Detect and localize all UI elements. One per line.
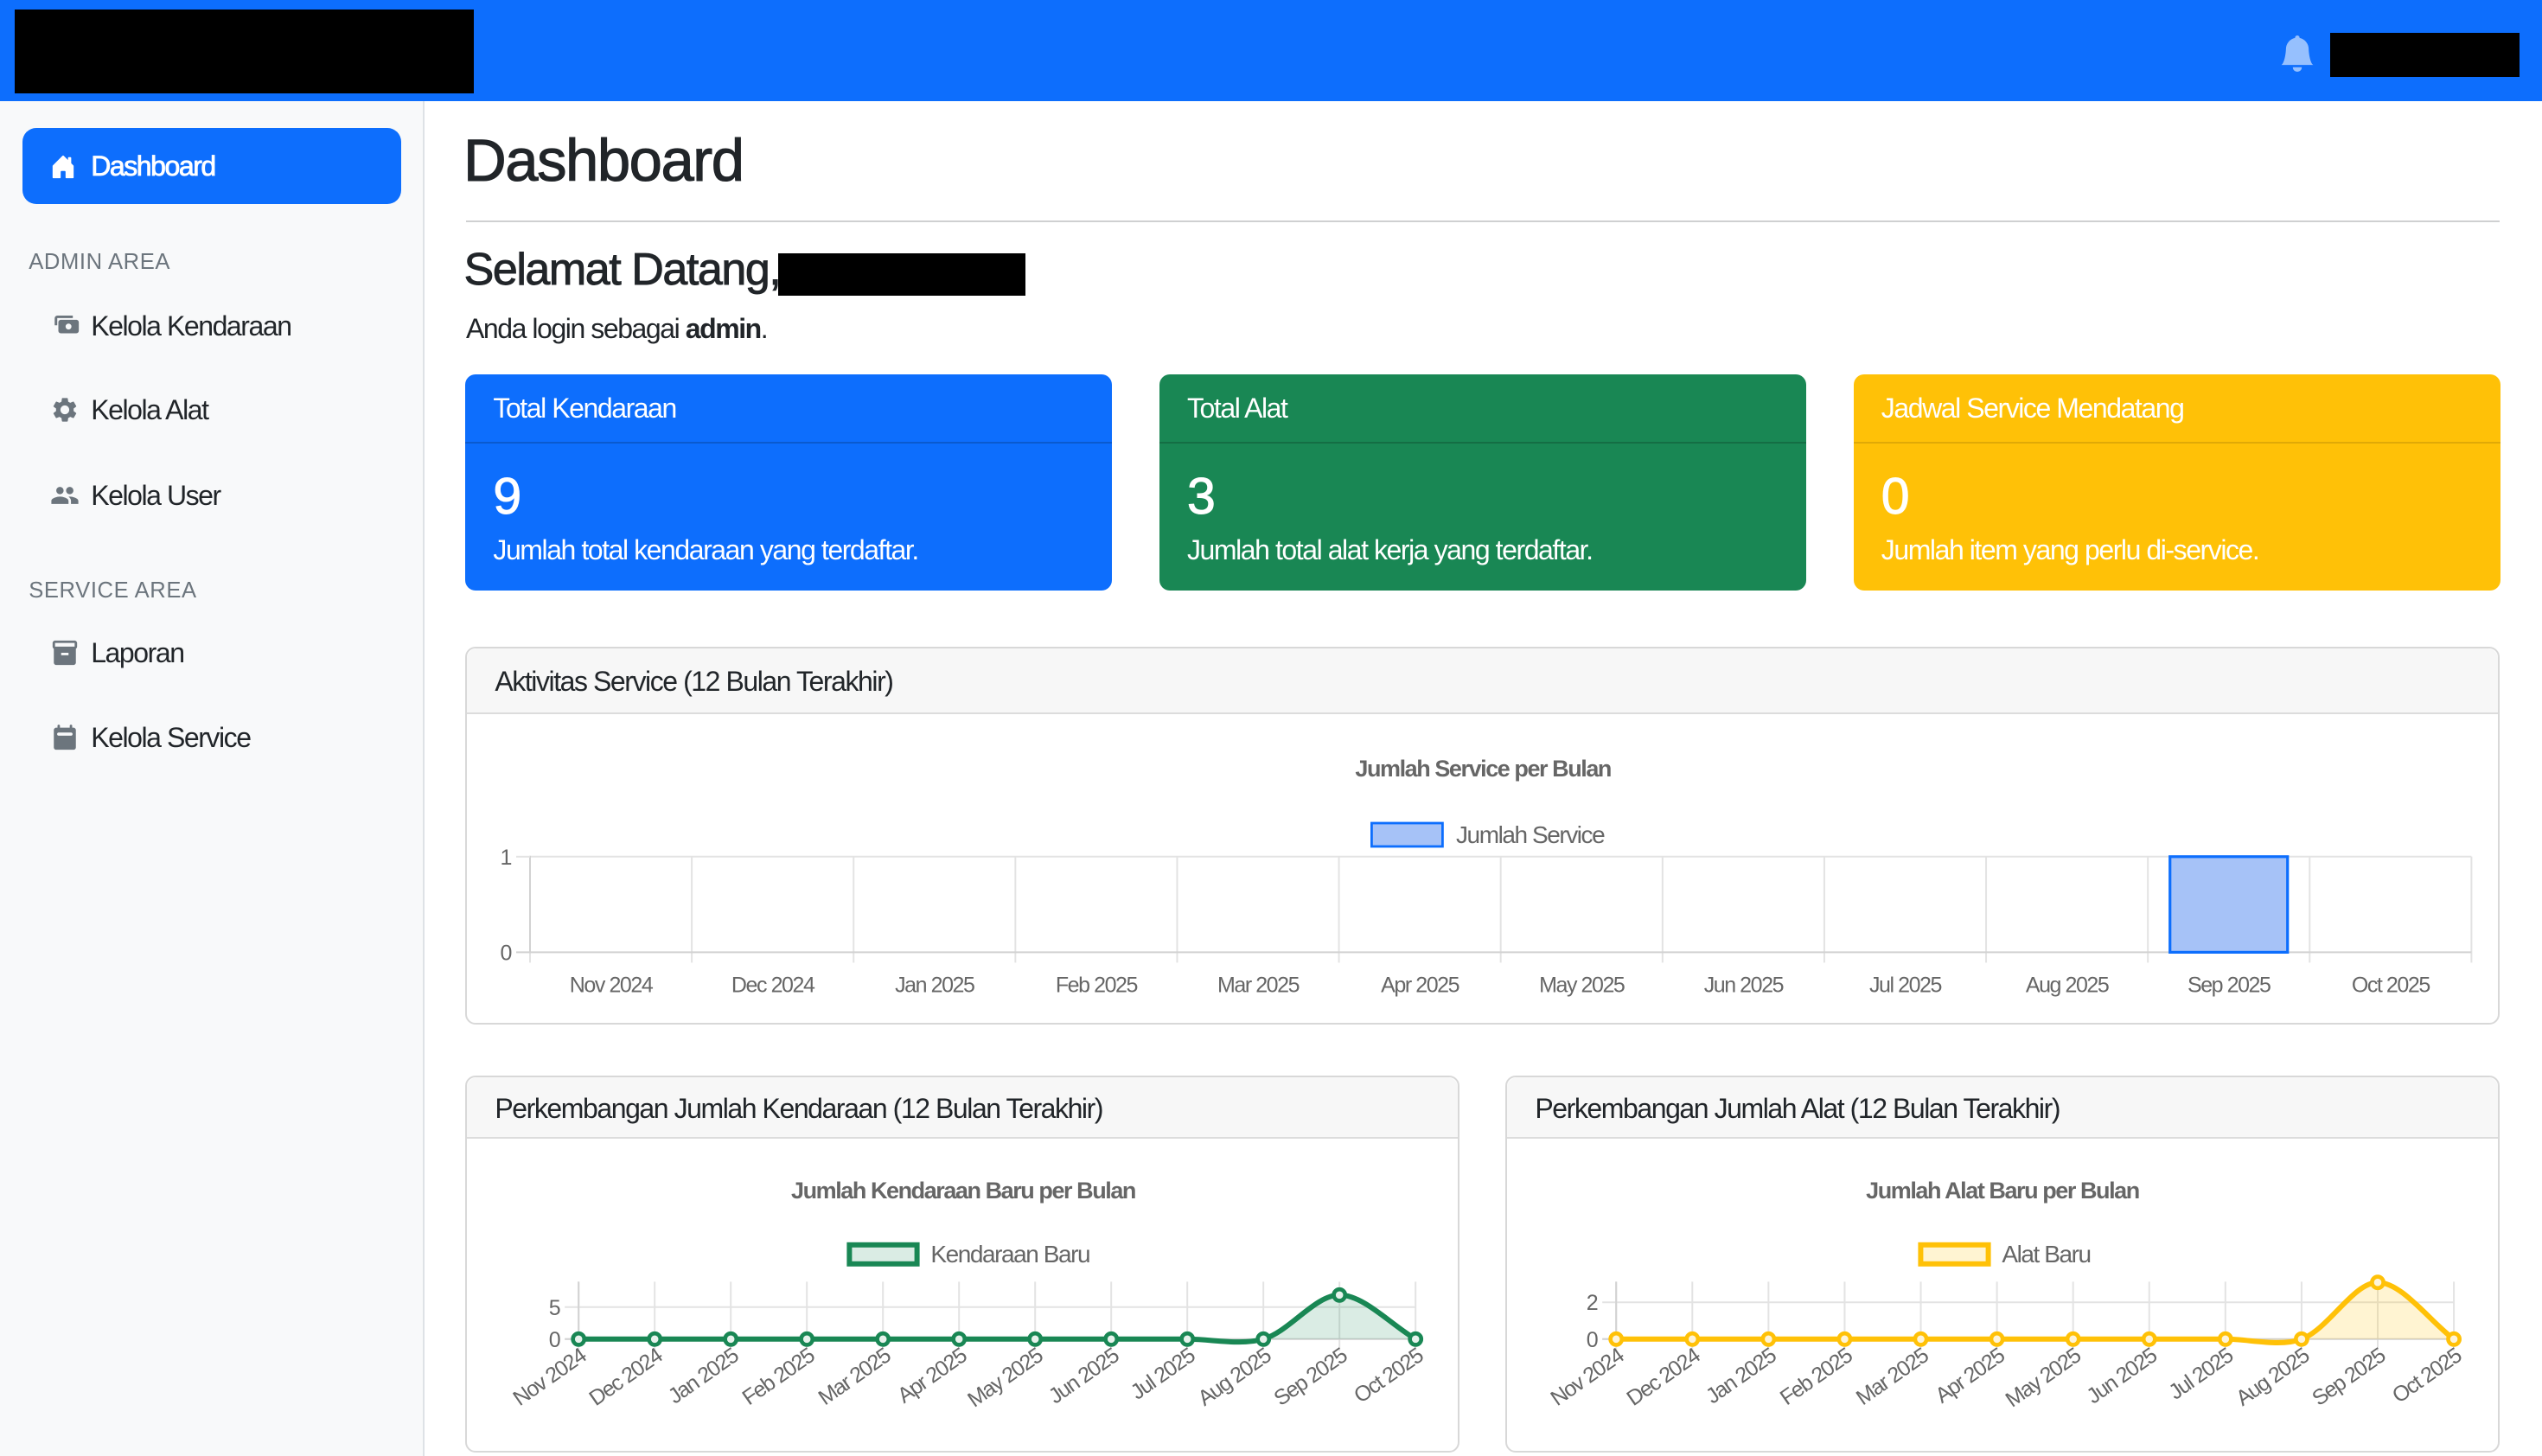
- svg-text:Jul 2025: Jul 2025: [2164, 1344, 2237, 1405]
- svg-text:1: 1: [501, 846, 512, 870]
- svg-text:0: 0: [501, 941, 512, 965]
- svg-text:Jumlah Service: Jumlah Service: [1456, 821, 1605, 848]
- svg-text:Mar 2025: Mar 2025: [1217, 974, 1300, 998]
- svg-text:Dec 2024: Dec 2024: [731, 974, 815, 998]
- svg-text:Oct 2025: Oct 2025: [2352, 974, 2430, 998]
- svg-text:0: 0: [549, 1328, 560, 1352]
- svg-text:Mar 2025: Mar 2025: [1852, 1344, 1933, 1410]
- svg-text:Jun 2025: Jun 2025: [1044, 1344, 1123, 1409]
- svg-text:Mar 2025: Mar 2025: [814, 1344, 895, 1410]
- svg-text:Oct 2025: Oct 2025: [1350, 1344, 1427, 1408]
- svg-text:Feb 2025: Feb 2025: [1776, 1344, 1857, 1410]
- svg-text:Nov 2024: Nov 2024: [1546, 1343, 1629, 1411]
- svg-text:Aug 2025: Aug 2025: [1193, 1344, 1275, 1411]
- svg-text:Jan 2025: Jan 2025: [664, 1344, 743, 1409]
- svg-text:2: 2: [1587, 1291, 1598, 1315]
- svg-text:5: 5: [549, 1296, 560, 1320]
- svg-text:Jumlah Kendaraan Baru per Bula: Jumlah Kendaraan Baru per Bulan: [791, 1178, 1135, 1204]
- svg-text:Dec 2024: Dec 2024: [1622, 1343, 1705, 1411]
- svg-text:Jul 2025: Jul 2025: [1869, 974, 1942, 998]
- svg-text:Jun 2025: Jun 2025: [2082, 1344, 2161, 1409]
- svg-text:Aug 2025: Aug 2025: [2232, 1344, 2314, 1411]
- svg-text:Alat Baru: Alat Baru: [2002, 1241, 2090, 1268]
- svg-text:Feb 2025: Feb 2025: [738, 1344, 819, 1410]
- svg-text:Feb 2025: Feb 2025: [1056, 974, 1138, 998]
- svg-text:Oct 2025: Oct 2025: [2388, 1344, 2466, 1408]
- svg-text:Nov 2024: Nov 2024: [508, 1343, 591, 1411]
- svg-text:Apr 2025: Apr 2025: [893, 1344, 971, 1408]
- svg-text:Jul 2025: Jul 2025: [1127, 1344, 1199, 1405]
- svg-text:Apr 2025: Apr 2025: [1931, 1344, 2009, 1408]
- svg-text:Nov 2024: Nov 2024: [570, 974, 654, 998]
- svg-text:Sep 2025: Sep 2025: [2188, 974, 2271, 998]
- svg-text:Jumlah Service per Bulan: Jumlah Service per Bulan: [1355, 756, 1611, 782]
- svg-text:Jun 2025: Jun 2025: [1704, 974, 1784, 998]
- svg-text:Sep 2025: Sep 2025: [2308, 1344, 2390, 1411]
- svg-text:Dec 2024: Dec 2024: [584, 1343, 667, 1411]
- svg-text:0: 0: [1587, 1328, 1598, 1352]
- svg-text:May 2025: May 2025: [1539, 974, 1625, 998]
- svg-text:Kendaraan Baru: Kendaraan Baru: [930, 1241, 1089, 1268]
- svg-text:May 2025: May 2025: [2002, 1344, 2085, 1413]
- svg-text:Aug 2025: Aug 2025: [2026, 974, 2109, 998]
- svg-text:Jumlah Alat Baru per Bulan: Jumlah Alat Baru per Bulan: [1866, 1178, 2139, 1204]
- svg-text:Jan 2025: Jan 2025: [1702, 1344, 1780, 1409]
- svg-text:Jan 2025: Jan 2025: [895, 974, 974, 998]
- svg-text:Sep 2025: Sep 2025: [1269, 1344, 1351, 1411]
- svg-text:Apr 2025: Apr 2025: [1381, 974, 1459, 998]
- svg-text:May 2025: May 2025: [963, 1344, 1047, 1413]
